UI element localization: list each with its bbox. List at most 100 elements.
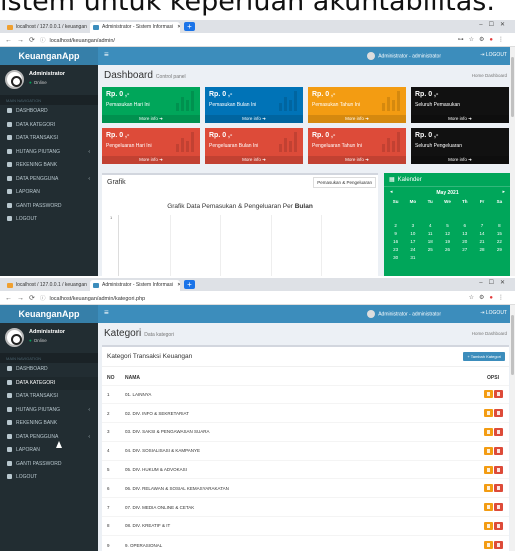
sidebar-item-data-kategori[interactable]: DATA KATEGORI — [0, 119, 98, 133]
sidebar-item-laporan[interactable]: LAPORAN — [0, 444, 98, 458]
calendar-date[interactable]: 21 — [473, 239, 490, 244]
page-scrollbar[interactable] — [510, 305, 515, 551]
calendar-date[interactable]: 10 — [404, 231, 421, 236]
calendar-date[interactable]: 24 — [404, 247, 421, 252]
calendar-date[interactable]: 4 — [422, 223, 439, 228]
sidebar-item-logout[interactable]: LOGOUT — [0, 213, 98, 227]
breadcrumb[interactable]: Home Dashboard — [472, 73, 507, 78]
browser-tab-admin[interactable]: Administrator - Sistem Informasi ✕ — [90, 280, 180, 291]
more-info-link[interactable]: More info ➜ — [205, 156, 303, 164]
calendar-date[interactable]: 23 — [387, 247, 404, 252]
edit-button[interactable] — [484, 541, 493, 550]
sidebar-item-ganti-password[interactable]: GANTI PASSWORD — [0, 200, 98, 214]
sidebar-item-data-kategori[interactable]: DATA KATEGORI — [0, 376, 98, 390]
calendar-date[interactable]: 2 — [387, 223, 404, 228]
calendar-date[interactable]: 19 — [439, 239, 456, 244]
browser-tab-admin[interactable]: Administrator - Sistem Informasi ✕ — [90, 22, 180, 33]
more-info-link[interactable]: More info ➜ — [411, 156, 509, 164]
edit-button[interactable] — [484, 427, 493, 436]
calendar-date[interactable]: 12 — [439, 231, 456, 236]
new-tab-button[interactable]: + — [184, 280, 195, 289]
extension-icons[interactable]: ☆⚙●⋮ — [469, 294, 509, 301]
calendar-date[interactable]: 6 — [456, 223, 473, 228]
logout-link[interactable]: ⇥ LOGOUT — [480, 52, 507, 58]
delete-button[interactable] — [494, 465, 503, 474]
sidebar-item-data-pengguna[interactable]: DATA PENGGUNA ‹ — [0, 173, 98, 187]
sidebar-item-rekening-bank[interactable]: REKENING BANK — [0, 417, 98, 431]
calendar-date[interactable]: 20 — [456, 239, 473, 244]
app-logo[interactable]: KeuanganApp — [0, 305, 98, 323]
delete-button[interactable] — [494, 446, 503, 455]
edit-button[interactable] — [484, 409, 493, 418]
window-controls[interactable]: –☐✕ — [479, 21, 511, 28]
calendar-date[interactable]: 27 — [456, 247, 473, 252]
url-field[interactable]: ⓘ localhost/keuangan/admin/ — [40, 36, 115, 44]
sidebar-item-hutang-piutang[interactable]: HUTANG PIUTANG ‹ — [0, 146, 98, 160]
calendar-next-icon[interactable]: ▸ — [502, 189, 505, 195]
delete-button[interactable] — [494, 503, 503, 512]
calendar-date[interactable]: 16 — [387, 239, 404, 244]
sidebar-item-logout[interactable]: LOGOUT — [0, 471, 98, 485]
calendar-date[interactable]: 29 — [491, 247, 508, 252]
calendar-date[interactable]: 31 — [404, 255, 421, 260]
sidebar-item-rekening-bank[interactable]: REKENING BANK — [0, 159, 98, 173]
edit-button[interactable] — [484, 465, 493, 474]
close-icon[interactable]: ✕ — [177, 24, 180, 30]
add-kategori-button[interactable]: + Tambah Kategori — [463, 352, 505, 361]
user-menu[interactable]: Administrator - administrator — [367, 310, 441, 318]
user-menu[interactable]: Administrator - administrator — [367, 52, 441, 60]
more-info-link[interactable]: More info ➜ — [308, 156, 406, 164]
app-logo[interactable]: KeuanganApp — [0, 47, 98, 65]
logout-link[interactable]: ⇥ LOGOUT — [480, 310, 507, 316]
sidebar-item-hutang-piutang[interactable]: HUTANG PIUTANG ‹ — [0, 404, 98, 418]
more-info-link[interactable]: More info ➜ — [205, 115, 303, 123]
delete-button[interactable] — [494, 427, 503, 436]
sidebar-item-dashboard[interactable]: DASHBOARD — [0, 105, 98, 119]
calendar-date[interactable]: 9 — [387, 231, 404, 236]
nav-buttons[interactable]: ←→⟳ — [5, 294, 40, 302]
breadcrumb[interactable]: Home Dashboard — [472, 331, 507, 336]
delete-button[interactable] — [494, 521, 503, 530]
more-info-link[interactable]: More info ➜ — [411, 115, 509, 123]
delete-button[interactable] — [494, 390, 503, 399]
calendar-date[interactable]: 5 — [439, 223, 456, 228]
calendar-date[interactable]: 14 — [473, 231, 490, 236]
delete-button[interactable] — [494, 541, 503, 550]
sidebar-item-ganti-password[interactable]: GANTI PASSWORD — [0, 458, 98, 472]
edit-button[interactable] — [484, 390, 493, 399]
sidebar-item-data-transaksi[interactable]: DATA TRANSAKSI — [0, 132, 98, 146]
new-tab-button[interactable]: + — [184, 22, 195, 31]
calendar-prev-icon[interactable]: ◂ — [390, 189, 393, 195]
menu-toggle-icon[interactable]: ≡ — [104, 308, 109, 317]
calendar-date[interactable]: 15 — [491, 231, 508, 236]
url-field[interactable]: ⓘ localhost/keuangan/admin/kategori.php — [40, 294, 145, 302]
edit-button[interactable] — [484, 484, 493, 493]
sidebar-item-laporan[interactable]: LAPORAN — [0, 186, 98, 200]
close-icon[interactable]: ✕ — [177, 282, 180, 288]
browser-tab-phpmyadmin[interactable]: localhost / 127.0.0.1 / keuangan✕ — [4, 22, 88, 33]
window-controls[interactable]: –☐✕ — [479, 279, 511, 286]
extension-icons[interactable]: ⊶☆⚙●⋮ — [458, 36, 509, 43]
tab-pemasukan-pengeluaran[interactable]: Pemasukan & Pengeluaran — [313, 177, 376, 188]
sidebar-item-data-transaksi[interactable]: DATA TRANSAKSI — [0, 390, 98, 404]
calendar-date[interactable]: 8 — [491, 223, 508, 228]
calendar-date[interactable]: 30 — [387, 255, 404, 260]
calendar-date[interactable]: 22 — [491, 239, 508, 244]
sidebar-item-data-pengguna[interactable]: DATA PENGGUNA ‹ — [0, 431, 98, 445]
edit-button[interactable] — [484, 446, 493, 455]
more-info-link[interactable]: More info ➜ — [102, 115, 200, 123]
calendar-date[interactable]: 17 — [404, 239, 421, 244]
delete-button[interactable] — [494, 484, 503, 493]
more-info-link[interactable]: More info ➜ — [308, 115, 406, 123]
calendar-date[interactable]: 26 — [439, 247, 456, 252]
calendar-date[interactable]: 18 — [422, 239, 439, 244]
edit-button[interactable] — [484, 503, 493, 512]
browser-tab-phpmyadmin[interactable]: localhost / 127.0.0.1 / keuangan✕ — [4, 280, 88, 291]
calendar-date[interactable]: 28 — [473, 247, 490, 252]
more-info-link[interactable]: More info ➜ — [102, 156, 200, 164]
page-scrollbar[interactable] — [510, 47, 515, 276]
sidebar-item-dashboard[interactable]: DASHBOARD — [0, 363, 98, 377]
menu-toggle-icon[interactable]: ≡ — [104, 50, 109, 59]
calendar-date[interactable]: 3 — [404, 223, 421, 228]
edit-button[interactable] — [484, 521, 493, 530]
